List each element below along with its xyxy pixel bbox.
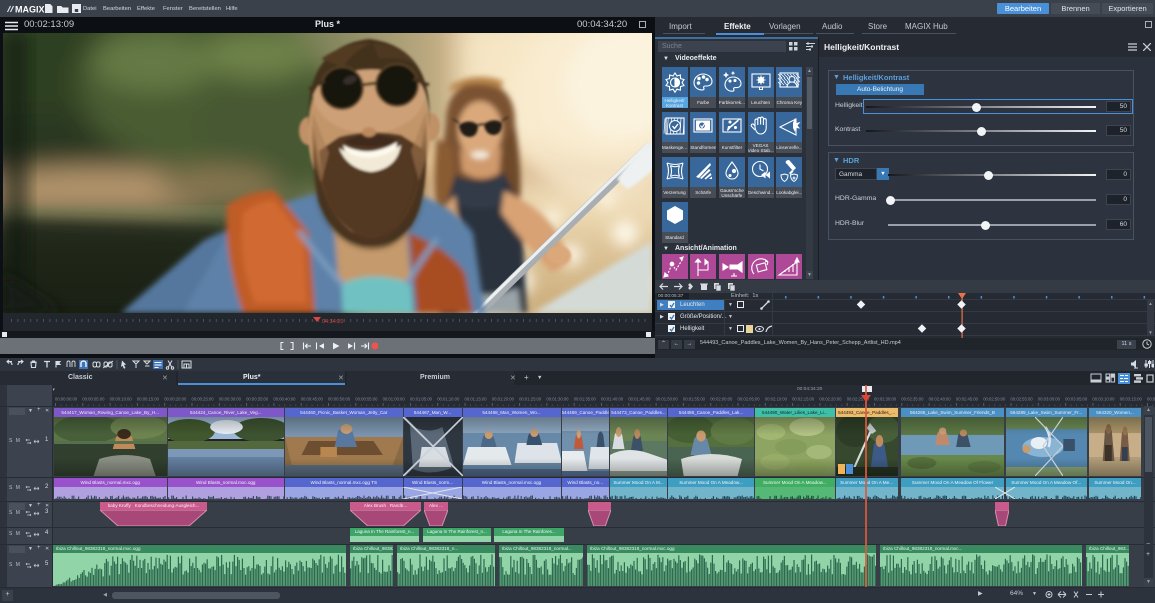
svg-text:00:03:00:00: 00:03:00:00 — [1038, 397, 1061, 402]
svg-text:00:01:10:00: 00:01:10:00 — [437, 397, 460, 402]
svg-text:00:03:20:00: 00:03:20:00 — [1147, 397, 1155, 402]
svg-text:00:01:30:00: 00:01:30:00 — [546, 397, 569, 402]
svg-text:00:01:40:00: 00:01:40:00 — [601, 397, 624, 402]
svg-text:00:01:20:00: 00:01:20:00 — [492, 397, 515, 402]
svg-text:00:03:15:00: 00:03:15:00 — [1120, 397, 1143, 402]
svg-text:MAGIX: MAGIX — [15, 4, 45, 14]
svg-text:00:01:35:00: 00:01:35:00 — [574, 397, 597, 402]
svg-text:00:02:45:00: 00:02:45:00 — [956, 397, 979, 402]
svg-text:00:02:50:00: 00:02:50:00 — [983, 397, 1006, 402]
svg-text:00:01:50:00: 00:01:50:00 — [656, 397, 679, 402]
svg-text:00:03:05:00: 00:03:05:00 — [1065, 397, 1088, 402]
svg-text:00:03:10:00: 00:03:10:00 — [1092, 397, 1115, 402]
svg-text:00:00:50:00: 00:00:50:00 — [328, 397, 351, 402]
svg-text:00:02:55:00: 00:02:55:00 — [1011, 397, 1034, 402]
svg-text:00:00:25:00: 00:00:25:00 — [192, 397, 215, 402]
svg-text:00:00:00:00: 00:00:00:00 — [55, 397, 78, 402]
svg-text:00:02:15:00: 00:02:15:00 — [792, 397, 815, 402]
svg-text:00:01:55:00: 00:01:55:00 — [683, 397, 706, 402]
svg-text:00:00:05:00: 00:00:05:00 — [82, 397, 105, 402]
svg-text:00:02:35:00: 00:02:35:00 — [901, 397, 924, 402]
svg-text:00:00:55:00: 00:00:55:00 — [355, 397, 378, 402]
svg-text:00:01:25:00: 00:01:25:00 — [519, 397, 542, 402]
svg-text:00:00:15:00: 00:00:15:00 — [137, 397, 160, 402]
svg-text:00:01:45:00: 00:01:45:00 — [628, 397, 651, 402]
svg-text:00:02:20:00: 00:02:20:00 — [819, 397, 842, 402]
svg-text:00:00:10:00: 00:00:10:00 — [110, 397, 133, 402]
svg-text:00:02:40:00: 00:02:40:00 — [929, 397, 952, 402]
svg-text:00:02:30:00: 00:02:30:00 — [874, 397, 897, 402]
svg-text:00:01:00:00: 00:01:00:00 — [383, 397, 406, 402]
svg-text:00:00:20:00: 00:00:20:00 — [164, 397, 187, 402]
svg-text:00:00:40:00: 00:00:40:00 — [273, 397, 296, 402]
svg-text:00:00:35:00: 00:00:35:00 — [246, 397, 269, 402]
svg-text:00:01:05:00: 00:01:05:00 — [410, 397, 433, 402]
svg-text:04:34:20: 04:34:20 — [322, 319, 343, 325]
svg-text:00:02:00:00: 00:02:00:00 — [710, 397, 733, 402]
svg-text:00:00:45:00: 00:00:45:00 — [301, 397, 324, 402]
svg-text:00:00:30:00: 00:00:30:00 — [219, 397, 242, 402]
svg-text:00:02:05:00: 00:02:05:00 — [738, 397, 761, 402]
svg-text:00:02:10:00: 00:02:10:00 — [765, 397, 788, 402]
svg-text:00:01:15:00: 00:01:15:00 — [465, 397, 488, 402]
